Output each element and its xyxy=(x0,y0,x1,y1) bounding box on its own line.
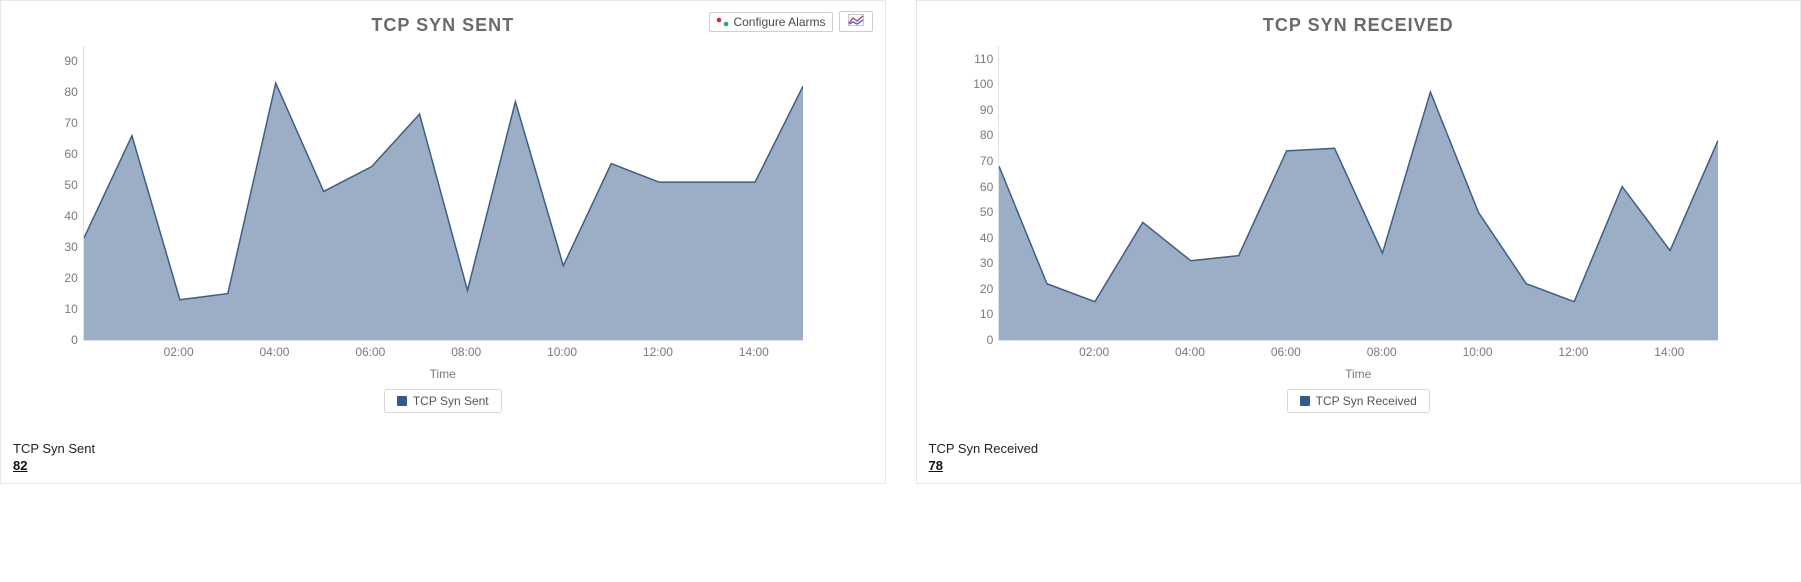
x-axis-ticks: 02:00 04:00 06:00 08:00 10:00 12:00 14:00 xyxy=(998,345,1718,363)
y-tick: 10 xyxy=(980,307,993,321)
x-axis-label: Time xyxy=(83,367,803,381)
y-tick: 50 xyxy=(64,178,77,192)
legend: TCP Syn Received xyxy=(1287,389,1430,413)
y-tick: 70 xyxy=(980,154,993,168)
x-tick: 12:00 xyxy=(643,345,673,359)
y-tick: 0 xyxy=(987,333,994,347)
chart-svg xyxy=(84,46,803,340)
x-axis-label: Time xyxy=(998,367,1718,381)
x-tick: 04:00 xyxy=(1175,345,1205,359)
y-tick: 90 xyxy=(64,54,77,68)
panel-syn-sent: Configure Alarms TCP SYN SENT 0102030405… xyxy=(0,0,886,484)
panel-title: TCP SYN RECEIVED xyxy=(929,15,1789,36)
y-tick: 20 xyxy=(64,271,77,285)
legend-label: TCP Syn Sent xyxy=(413,394,489,408)
legend: TCP Syn Sent xyxy=(384,389,502,413)
legend-label: TCP Syn Received xyxy=(1316,394,1417,408)
plot-wrap: 0102030405060708090100110 02:00 04:00 06:0… xyxy=(998,46,1718,413)
y-tick: 60 xyxy=(64,147,77,161)
chart-icon xyxy=(848,14,864,29)
y-tick: 100 xyxy=(973,77,993,91)
x-tick: 08:00 xyxy=(1367,345,1397,359)
area-chart: 0102030405060708090 xyxy=(83,46,803,341)
y-tick: 40 xyxy=(980,231,993,245)
configure-alarms-label: Configure Alarms xyxy=(733,15,825,29)
y-tick: 20 xyxy=(980,282,993,296)
configure-alarms-button[interactable]: Configure Alarms xyxy=(709,12,832,32)
x-tick: 02:00 xyxy=(1079,345,1109,359)
x-tick: 06:00 xyxy=(355,345,385,359)
metric-label: TCP Syn Received xyxy=(929,441,1789,456)
y-tick: 70 xyxy=(64,116,77,130)
x-tick: 06:00 xyxy=(1271,345,1301,359)
y-tick: 50 xyxy=(980,205,993,219)
x-tick: 02:00 xyxy=(164,345,194,359)
x-tick: 10:00 xyxy=(547,345,577,359)
area-chart: 0102030405060708090100110 xyxy=(998,46,1718,341)
y-tick: 40 xyxy=(64,209,77,223)
x-tick: 04:00 xyxy=(259,345,289,359)
chart-svg xyxy=(999,46,1718,340)
y-tick: 90 xyxy=(980,103,993,117)
legend-swatch xyxy=(397,396,407,406)
x-axis-ticks: 02:00 04:00 06:00 08:00 10:00 12:00 14:00 xyxy=(83,345,803,363)
chart-type-button[interactable] xyxy=(839,11,873,32)
x-tick: 10:00 xyxy=(1463,345,1493,359)
y-tick: 0 xyxy=(71,333,78,347)
panel-toolbar: Configure Alarms xyxy=(709,11,872,32)
x-tick: 12:00 xyxy=(1558,345,1588,359)
dashboard-row: Configure Alarms TCP SYN SENT 0102030405… xyxy=(0,0,1801,484)
x-tick: 14:00 xyxy=(1654,345,1684,359)
metric-value[interactable]: 78 xyxy=(929,458,1789,473)
series-area xyxy=(84,83,803,340)
alarm-icon xyxy=(716,17,729,27)
y-tick: 80 xyxy=(64,85,77,99)
metric-value[interactable]: 82 xyxy=(13,458,873,473)
y-tick: 30 xyxy=(980,256,993,270)
x-tick: 14:00 xyxy=(739,345,769,359)
y-tick: 10 xyxy=(64,302,77,316)
y-tick: 30 xyxy=(64,240,77,254)
y-tick: 80 xyxy=(980,128,993,142)
y-tick: 110 xyxy=(974,52,993,66)
panel-syn-received: TCP SYN RECEIVED 01020304050607080901001… xyxy=(916,0,1801,484)
plot-wrap: 0102030405060708090 02:00 04:00 06:00 08:00… xyxy=(83,46,803,413)
legend-swatch xyxy=(1300,396,1310,406)
y-tick: 60 xyxy=(980,180,993,194)
x-tick: 08:00 xyxy=(451,345,481,359)
metric-label: TCP Syn Sent xyxy=(13,441,873,456)
